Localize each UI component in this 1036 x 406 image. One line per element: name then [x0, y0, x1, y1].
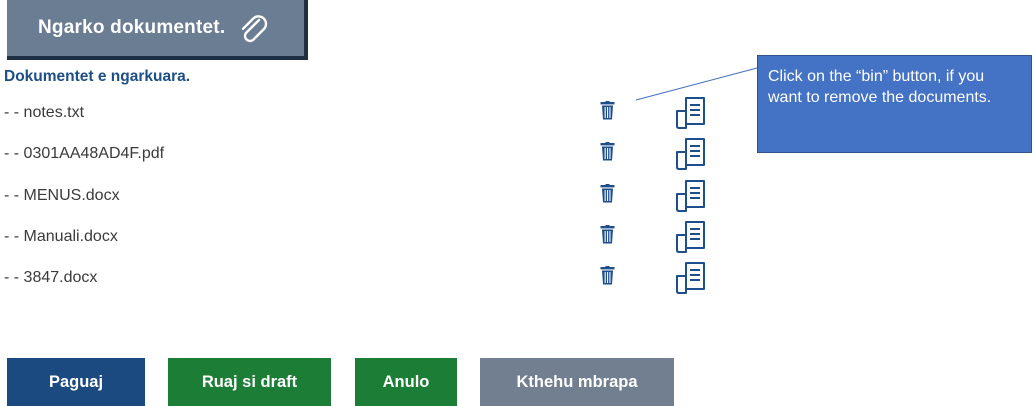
- paperclip-icon: [242, 15, 268, 43]
- file-name: - - MENUS.docx: [4, 187, 120, 204]
- save-draft-button[interactable]: Ruaj si draft: [168, 358, 331, 406]
- file-name: - - notes.txt: [4, 104, 85, 121]
- uploaded-documents-title: Dokumentet e ngarkuara.: [4, 68, 191, 85]
- document-view-icon[interactable]: [674, 136, 708, 170]
- bin-icon[interactable]: [600, 184, 615, 203]
- upload-documents-button[interactable]: Ngarko dokumentet.: [7, 0, 308, 60]
- file-name: - - Manuali.docx: [4, 228, 118, 245]
- back-button[interactable]: Kthehu mbrapa: [480, 358, 674, 406]
- cancel-button[interactable]: Anulo: [355, 358, 457, 406]
- bin-icon[interactable]: [600, 101, 615, 120]
- help-callout: Click on the “bin” button, if you want t…: [757, 55, 1032, 153]
- document-view-icon[interactable]: [674, 178, 708, 212]
- file-row: - - Manuali.docx: [0, 219, 760, 259]
- bin-icon[interactable]: [600, 266, 615, 285]
- file-row: - - MENUS.docx: [0, 178, 760, 218]
- file-row: - - 0301AA48AD4F.pdf: [0, 136, 760, 176]
- help-callout-text: Click on the “bin” button, if you want t…: [768, 68, 992, 106]
- document-view-icon[interactable]: [674, 260, 708, 294]
- bin-icon[interactable]: [600, 142, 615, 161]
- pay-button[interactable]: Paguaj: [7, 358, 145, 406]
- document-view-icon[interactable]: [674, 219, 708, 253]
- file-name: - - 0301AA48AD4F.pdf: [4, 145, 165, 162]
- document-view-icon[interactable]: [674, 95, 708, 129]
- file-row: - - 3847.docx: [0, 260, 760, 300]
- upload-documents-label: Ngarko dokumentet.: [38, 17, 226, 38]
- bin-icon[interactable]: [600, 225, 615, 244]
- file-name: - - 3847.docx: [4, 269, 98, 286]
- file-row: - - notes.txt: [0, 95, 760, 135]
